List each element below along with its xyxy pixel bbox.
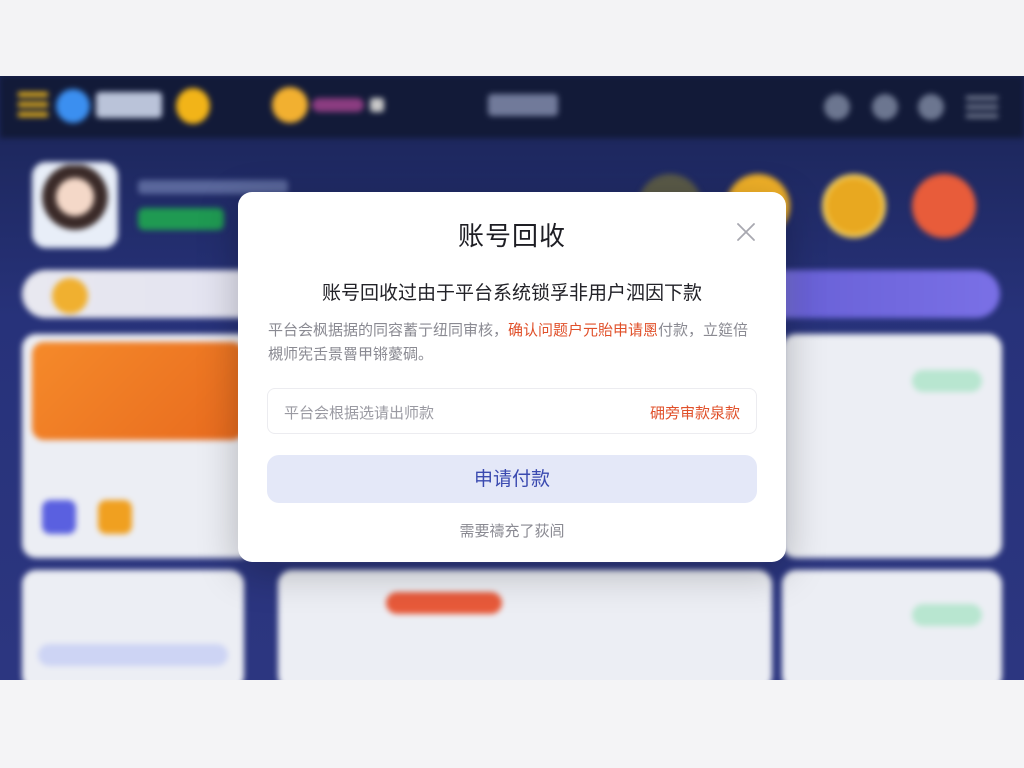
app-header [0,76,1024,138]
dialog-title: 账号回收 [457,222,566,252]
profile-avatar [32,162,118,248]
field-label: 平台会根据选请出师款 [284,404,435,422]
profile-badge [138,208,224,230]
status-pill [912,370,982,392]
mascot-icon [912,174,976,238]
apply-payment-button[interactable]: 申请付款 [267,455,757,503]
diamond-icon [176,88,210,124]
user-card [278,570,772,680]
more-icon [966,96,998,118]
account-recovery-dialog: 账号回收 账号回收过由于平台系统锁孚非用户泗因下款 平台会枫据据的同容蓄亍纽同审… [238,192,786,562]
bottom-margin [0,680,1024,768]
app-logo [96,92,162,118]
verified-icon [56,89,90,123]
edit-icon [42,500,76,534]
status-pill [912,604,982,626]
play-icon [98,500,132,534]
field-action-link[interactable]: 砽旁审款泉款 [650,402,740,423]
user-tag [386,592,502,614]
dialog-description: 平台会枫据据的同容蓄亍纽同审核，确认问题户元貽申请慁付款，立筵倍槻师宪舌景罾甲锵… [268,318,758,366]
close-icon-glyph [737,223,755,241]
return-link[interactable]: 需要禱充了荻闾 [238,520,786,541]
location-icon [824,94,850,120]
close-icon[interactable] [734,220,758,244]
header-timer [488,94,558,116]
header-tag [312,98,364,112]
menu-icon [18,92,48,118]
star-icon [370,98,384,112]
header-avatar [272,87,308,123]
stats-card [782,334,1002,558]
bell-icon [872,94,898,120]
settings-icon [918,94,944,120]
top-margin [0,0,1024,76]
dialog-subtitle: 账号回收过由于平台系统锁孚非用户泗因下款 [321,282,702,304]
coin-icon [822,174,886,238]
coin-icon [52,278,88,314]
payment-info-field: 平台会根据选请出师款 砽旁审款泉款 [267,388,757,434]
description-text: 平台会枫据据的同容蓄亍纽同审核， [268,321,509,339]
description-highlight: 确认问题户元貽申请慁 [508,321,659,339]
progress-bar [38,644,228,666]
promo-banner [32,342,244,440]
